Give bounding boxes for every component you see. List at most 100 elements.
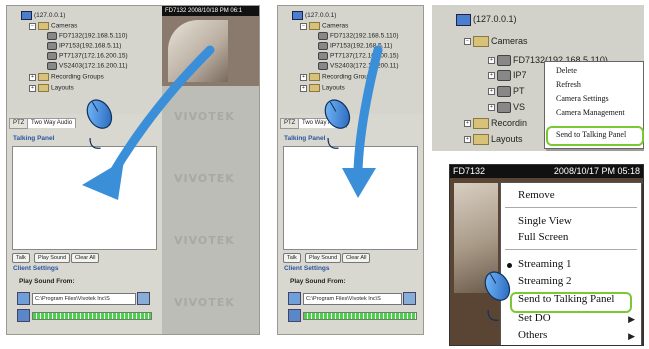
menu-item-others[interactable]: Others bbox=[518, 329, 641, 341]
tab-ptz[interactable]: PTZ bbox=[280, 118, 300, 129]
vivotek-logo: VIVOTEK bbox=[174, 234, 235, 247]
microphone-icon bbox=[17, 309, 30, 322]
collapse-icon[interactable]: − bbox=[300, 22, 307, 30]
browse-button-icon[interactable] bbox=[137, 292, 150, 305]
clear-all-button[interactable]: Clear All bbox=[71, 253, 100, 263]
folder-icon bbox=[38, 73, 49, 81]
collapse-icon[interactable]: − bbox=[464, 38, 471, 46]
browse-button-icon[interactable] bbox=[403, 292, 416, 305]
video-header: FD7132 2008/10/18 PM 06:1 bbox=[162, 6, 259, 16]
menu-item-streaming-2[interactable]: Streaming 2 bbox=[518, 275, 641, 287]
video-header: FD7132 2008/10/17 PM 05:18 bbox=[450, 165, 643, 178]
play-sound-button[interactable]: Play Sound bbox=[305, 253, 342, 263]
device-tree: (127.0.0.1) − Cameras FD7132(192.168.5.11… bbox=[278, 6, 423, 114]
vivotek-logo: VIVOTEK bbox=[174, 172, 235, 185]
tree-root[interactable]: (127.0.0.1) bbox=[21, 11, 65, 20]
tree-root[interactable]: (127.0.0.1) bbox=[292, 11, 336, 20]
tab-strip: PTZ Two Way Audio bbox=[9, 118, 159, 129]
tree-camera-fd7132[interactable]: FD7132(192.168.5.110) bbox=[318, 32, 399, 41]
tab-two-way-audio[interactable]: Two Way Audio bbox=[27, 118, 77, 128]
talking-panel-list[interactable] bbox=[283, 146, 418, 250]
tree-camera-vs2403[interactable]: VS2403(172.16.200.11) bbox=[47, 62, 128, 71]
highlight-send-to-talking-panel bbox=[546, 126, 644, 146]
tree-recording-groups[interactable]: + Recording Groups bbox=[29, 73, 104, 82]
menu-item-camera-settings[interactable]: Camera Settings bbox=[556, 94, 643, 103]
tree-camera-pt7137[interactable]: PT7137(172.16.200.15) bbox=[47, 52, 128, 61]
folder-icon bbox=[38, 22, 49, 30]
video-tile-live[interactable]: FD7132 2008/10/18 PM 06:1 bbox=[162, 6, 259, 87]
menu-separator bbox=[505, 249, 637, 250]
expand-icon[interactable]: + bbox=[488, 104, 495, 112]
tree-camera-pt[interactable]: + PT bbox=[488, 85, 525, 98]
expand-icon[interactable]: + bbox=[464, 120, 471, 128]
client-settings-title: Client Settings bbox=[13, 265, 59, 272]
video-tile-2[interactable]: VIVOTEK bbox=[162, 86, 259, 149]
tree-layouts[interactable]: + Layouts bbox=[464, 133, 523, 146]
video-context-menu: Remove Single View Full Screen Streaming… bbox=[500, 182, 642, 345]
live-video-image bbox=[454, 183, 498, 293]
menu-item-single-view[interactable]: Single View bbox=[518, 215, 641, 227]
tab-ptz[interactable]: PTZ bbox=[9, 118, 29, 129]
tree-camera-ip7153[interactable]: IP7153(192.168.5.11) bbox=[47, 42, 121, 51]
device-tree: (127.0.0.1) − Cameras FD7132(192.168.5.11… bbox=[7, 6, 161, 114]
expand-icon[interactable]: + bbox=[29, 84, 36, 92]
tree-recording-groups[interactable]: + Recording Groups bbox=[300, 73, 375, 82]
tree-cameras[interactable]: − Cameras bbox=[29, 22, 77, 31]
menu-item-set-do[interactable]: Set DO bbox=[518, 312, 641, 324]
tree-cameras[interactable]: − Cameras bbox=[464, 35, 528, 48]
panel-3-tree-context: (127.0.0.1) − Cameras + FD7132(192.168.5.1… bbox=[432, 5, 644, 151]
video-tile-4[interactable]: VIVOTEK bbox=[162, 210, 259, 273]
talk-button[interactable]: Talk bbox=[12, 253, 30, 263]
menu-item-remove[interactable]: Remove bbox=[518, 189, 641, 201]
camera-icon bbox=[47, 62, 57, 70]
menu-item-refresh[interactable]: Refresh bbox=[556, 80, 643, 89]
sound-path-field[interactable]: C:\Program Files\Vivotek Inc\S bbox=[32, 293, 136, 305]
collapse-icon[interactable]: − bbox=[29, 22, 36, 30]
panel-4-video-context: FD7132 2008/10/17 PM 05:18 Remove Single… bbox=[449, 164, 644, 346]
tree-camera-fd7132[interactable]: FD7132(192.168.5.110) bbox=[47, 32, 128, 41]
video-tile-3[interactable]: VIVOTEK bbox=[162, 148, 259, 211]
menu-separator bbox=[505, 207, 637, 208]
menu-item-full-screen[interactable]: Full Screen bbox=[518, 231, 641, 243]
tree-camera-vs[interactable]: + VS bbox=[488, 101, 525, 114]
folder-icon bbox=[309, 84, 320, 92]
menu-item-delete[interactable]: Delete bbox=[556, 66, 643, 75]
tree-camera-ip7153[interactable]: IP7153(192.168.5.11) bbox=[318, 42, 392, 51]
tree-root[interactable]: (127.0.0.1) bbox=[456, 13, 517, 26]
video-timestamp: 2008/10/17 PM 05:18 bbox=[553, 166, 640, 176]
expand-icon[interactable]: + bbox=[488, 88, 495, 96]
tree-camera-vs2403[interactable]: VS2403(172.16.200.11) bbox=[318, 62, 399, 71]
tab-two-way-audio[interactable]: Two Way Audio bbox=[298, 118, 348, 128]
talk-button[interactable]: Talk bbox=[283, 253, 301, 263]
expand-icon[interactable]: + bbox=[29, 73, 36, 81]
camera-icon bbox=[318, 42, 328, 50]
menu-item-camera-management[interactable]: Camera Management bbox=[556, 108, 643, 117]
expand-icon[interactable]: + bbox=[464, 136, 471, 144]
tree-layouts[interactable]: + Layouts bbox=[29, 84, 74, 93]
tree-layouts[interactable]: + Layouts bbox=[300, 84, 345, 93]
expand-icon[interactable]: + bbox=[300, 84, 307, 92]
sound-path-field[interactable]: C:\Program Files\Vivotek Inc\S bbox=[303, 293, 402, 305]
play-sound-from-label: Play Sound From: bbox=[19, 278, 75, 285]
camera-icon bbox=[318, 62, 328, 70]
expand-icon[interactable]: + bbox=[488, 72, 495, 80]
expand-icon[interactable]: + bbox=[488, 57, 495, 65]
tree-camera-pt7137[interactable]: PT7137(172.16.200.15) bbox=[318, 52, 399, 61]
tree-cameras[interactable]: − Cameras bbox=[300, 22, 348, 31]
clear-all-button[interactable]: Clear All bbox=[342, 253, 371, 263]
panel-2-client-window: (127.0.0.1) − Cameras FD7132(192.168.5.11… bbox=[277, 5, 424, 335]
camera-icon bbox=[497, 55, 511, 67]
selected-bullet-icon bbox=[507, 263, 512, 268]
menu-item-streaming-1[interactable]: Streaming 1 bbox=[518, 258, 641, 270]
panel-1-client-window: (127.0.0.1) − Cameras FD7132(192.168.5.11… bbox=[6, 5, 260, 335]
talking-panel-list[interactable] bbox=[12, 146, 157, 250]
audio-level-meter bbox=[303, 312, 417, 320]
tree-camera-ip7[interactable]: + IP7 bbox=[488, 69, 527, 82]
tree-recording-groups[interactable]: + Recordin bbox=[464, 117, 527, 130]
camera-icon bbox=[47, 32, 57, 40]
talking-panel-title: Talking Panel bbox=[284, 135, 326, 142]
expand-icon[interactable]: + bbox=[300, 73, 307, 81]
play-sound-button[interactable]: Play Sound bbox=[34, 253, 71, 263]
vivotek-logo: VIVOTEK bbox=[174, 296, 235, 309]
video-tile-5[interactable]: VIVOTEK bbox=[162, 272, 259, 334]
